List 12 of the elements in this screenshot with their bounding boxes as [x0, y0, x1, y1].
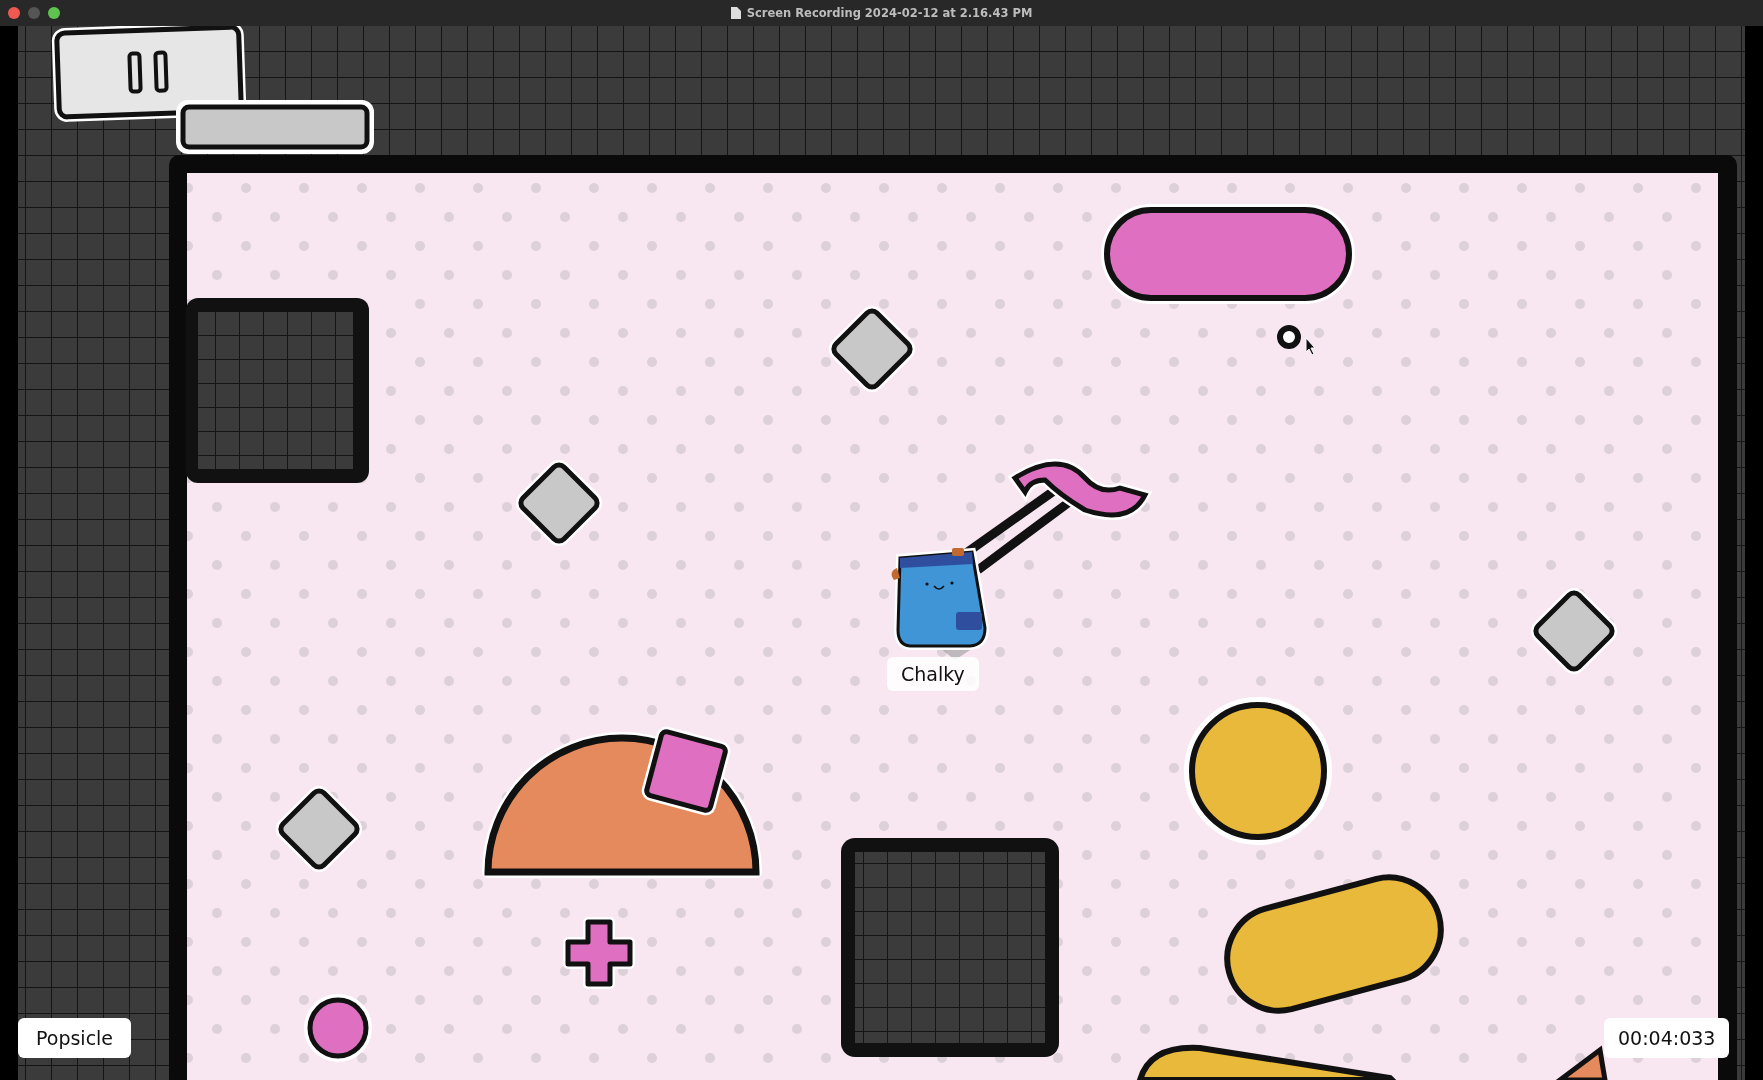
ring-marker [1277, 325, 1301, 349]
small-ball [304, 994, 372, 1062]
window-title: Screen Recording 2024-02-12 at 2.16.43 PM [746, 6, 1033, 20]
plus-shape [563, 917, 635, 989]
player-name-label: Popsicle [18, 1018, 132, 1058]
document-icon [730, 7, 741, 19]
close-button[interactable] [8, 7, 20, 19]
pause-button[interactable] [51, 26, 247, 123]
player-name-tag: Chalky [887, 657, 979, 691]
maximize-button[interactable] [48, 7, 60, 19]
timer-label: 00:04:033 [1604, 1018, 1730, 1058]
cursor-icon [1305, 337, 1316, 356]
